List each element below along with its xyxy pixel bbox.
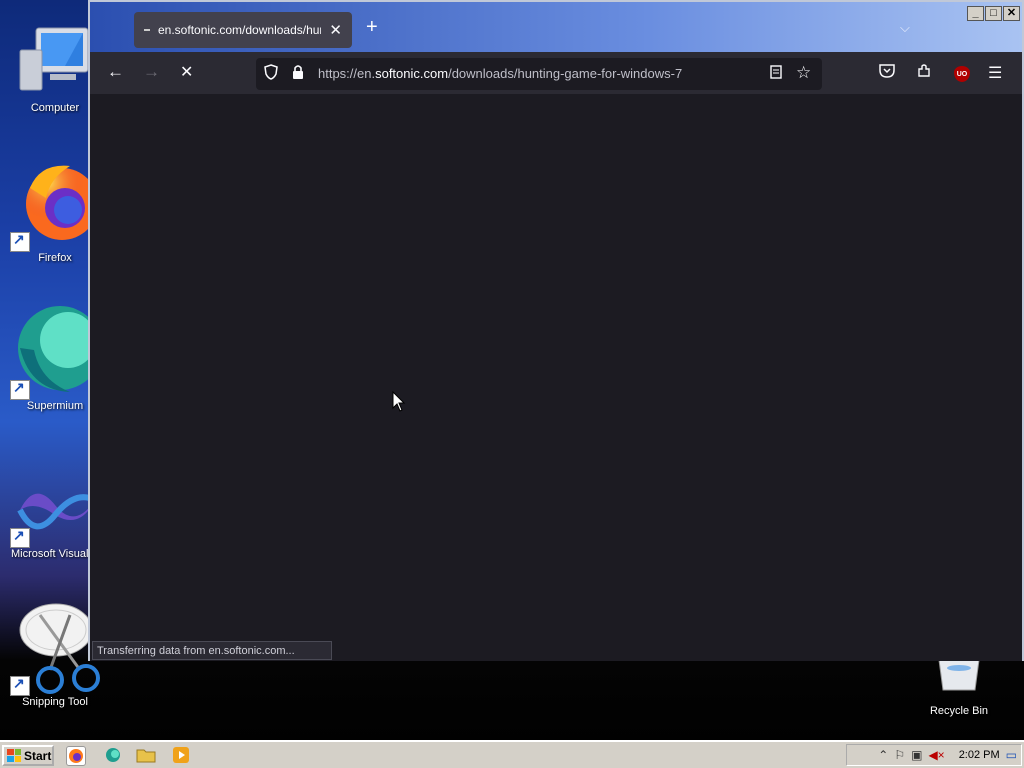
supermium-quicklaunch-icon[interactable] [104, 746, 124, 766]
forward-arrow-icon[interactable]: → [143, 62, 160, 82]
volume-muted-icon[interactable]: ◀× [928, 748, 944, 762]
shortcut-arrow-icon [10, 527, 30, 548]
lock-icon[interactable] [292, 64, 304, 84]
new-tab-plus-icon[interactable]: + [366, 16, 378, 39]
browser-window: en.softonic.com/downloads/hunting-game-f… [88, 0, 1024, 661]
desktop-icon-label: Snipping Tool [22, 696, 88, 708]
close-icon[interactable]: ✕ [1003, 6, 1020, 21]
system-tray: ⌃ ⚐ ▣ ◀× 2:02 PM ▭ [846, 744, 1022, 766]
shortcut-arrow-icon [10, 675, 30, 696]
folder-quicklaunch-icon[interactable] [136, 746, 156, 766]
navigation-toolbar: ← → ✕ https://en.softonic.com/downloads/… [90, 52, 1022, 94]
url-host: softonic.com [375, 66, 449, 81]
tab-favicon-icon [144, 29, 150, 31]
stop-loading-icon[interactable]: ✕ [180, 62, 193, 82]
start-label: Start [24, 748, 52, 763]
firefox-quicklaunch-icon[interactable] [66, 746, 86, 766]
page-content: Transferring data from en.softonic.com..… [90, 94, 1022, 661]
visual-studio-icon [10, 470, 100, 548]
tab-close-icon[interactable]: ✕ [329, 21, 342, 39]
supermium-icon [10, 300, 102, 400]
show-desktop-icon[interactable]: ▭ [1006, 748, 1017, 762]
maximize-icon[interactable]: □ [985, 6, 1002, 21]
bookmark-star-icon[interactable]: ☆ [796, 63, 811, 83]
reader-view-icon[interactable] [770, 65, 782, 82]
tab-active[interactable]: en.softonic.com/downloads/hunting-game-f… [134, 12, 352, 48]
pocket-icon[interactable] [879, 63, 895, 82]
network-icon[interactable]: ▣ [911, 748, 922, 762]
mouse-cursor-icon [392, 391, 406, 412]
url-text[interactable]: https://en.softonic.com/downloads/huntin… [318, 66, 682, 81]
windows-logo-icon [7, 749, 21, 762]
ublock-origin-icon[interactable]: UO [954, 66, 970, 82]
hamburger-menu-icon[interactable]: ☰ [988, 63, 1002, 83]
media-player-quicklaunch-icon[interactable] [172, 746, 192, 766]
show-hidden-icons-icon[interactable]: ⌃ [878, 748, 888, 762]
tab-bar: en.softonic.com/downloads/hunting-game-f… [90, 2, 1022, 52]
shield-icon[interactable] [264, 64, 278, 84]
tab-title: en.softonic.com/downloads/hunting-game-f… [158, 23, 321, 37]
window-caption-buttons: _ □ ✕ [967, 6, 1020, 21]
shortcut-arrow-icon [10, 379, 30, 400]
desktop-icon-recycle-bin[interactable]: Recycle Bin [924, 659, 994, 717]
shortcut-arrow-icon [10, 231, 30, 252]
action-center-flag-icon[interactable]: ⚐ [894, 748, 905, 762]
back-arrow-icon[interactable]: ← [107, 62, 124, 82]
chevron-down-icon[interactable]: ⌵ [900, 20, 910, 36]
extensions-icon[interactable] [916, 63, 932, 83]
desktop-icon-label: Microsoft Visual Studio 2010 [11, 548, 99, 560]
computer-icon [10, 22, 100, 102]
desktop-icon-label: Recycle Bin [929, 705, 989, 717]
url-prefix: https://en. [318, 66, 376, 81]
recycle-bin-icon [938, 659, 980, 691]
taskbar: Start ⌃ ⚐ ▣ ◀× 2:02 PM ▭ [0, 740, 1024, 768]
start-button[interactable]: Start [2, 745, 54, 766]
minimize-icon[interactable]: _ [967, 6, 984, 21]
firefox-icon [10, 158, 100, 252]
clock[interactable]: 2:02 PM [959, 749, 1000, 761]
scissors-icon [10, 600, 100, 696]
url-bar[interactable]: https://en.softonic.com/downloads/huntin… [256, 58, 822, 90]
url-path: /downloads/hunting-game-for-windows-7 [448, 66, 683, 81]
status-text: Transferring data from en.softonic.com..… [92, 641, 332, 660]
